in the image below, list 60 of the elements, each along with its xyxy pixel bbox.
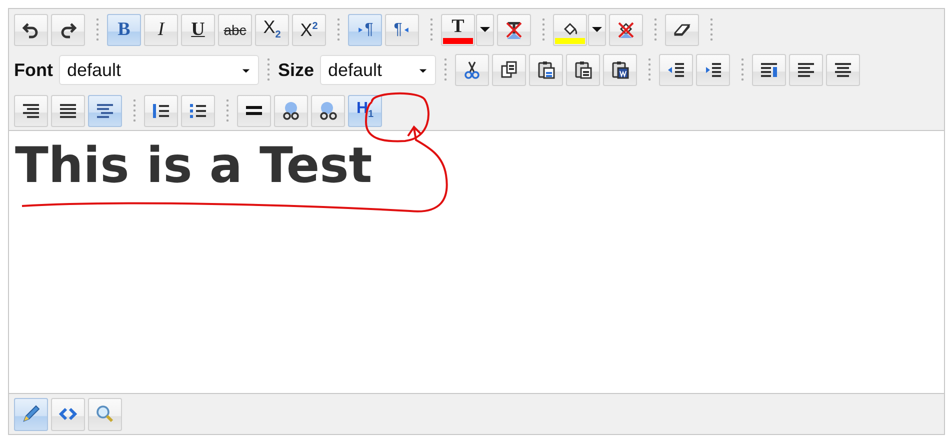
caret-icon [480, 27, 490, 32]
paragraph-lines-icon [759, 60, 780, 80]
toolbar-button[interactable]: T [441, 14, 475, 46]
toolbar-button[interactable]: X$^{2}$ [292, 14, 326, 46]
paste-word-icon [610, 60, 630, 80]
align-center-icon [833, 60, 854, 80]
dropdown-button[interactable] [476, 14, 494, 46]
align-left-icon [796, 60, 816, 80]
toolbar-button[interactable] [529, 54, 564, 86]
paste-icon [536, 60, 556, 80]
toolbar-button[interactable] [181, 94, 215, 126]
paste-text-icon [573, 60, 594, 80]
toolbar-button[interactable] [497, 14, 531, 46]
copy-icon [499, 60, 520, 80]
toolbar-button[interactable] [659, 54, 694, 86]
toolbar-button[interactable]: B [107, 14, 141, 46]
toolbar-button[interactable]: ¶ [348, 14, 382, 46]
toolbar-button[interactable] [492, 54, 526, 86]
toolbar-button[interactable] [603, 54, 638, 86]
toolbar-button[interactable] [14, 94, 48, 126]
dropdown-select[interactable]: default [320, 55, 436, 85]
toolbar-button[interactable] [274, 94, 308, 126]
toolbar-button[interactable]: ¶ [385, 14, 419, 46]
field-label: Font [14, 60, 53, 80]
caret-icon [592, 27, 602, 32]
pencil-icon [21, 404, 41, 424]
toolbar-button[interactable]: abc [218, 14, 252, 46]
indent-icon [703, 60, 724, 80]
heading-text: This is a Test [15, 141, 372, 190]
scissors-icon [462, 60, 482, 80]
toolbar-button[interactable] [553, 14, 587, 46]
outdent-icon [666, 60, 686, 80]
search-icon [95, 404, 115, 424]
remove-color-icon [504, 20, 524, 40]
mode-button[interactable] [14, 398, 48, 430]
toolbar-button[interactable] [144, 94, 178, 126]
mode-button[interactable] [88, 398, 122, 430]
toolbar-button[interactable] [789, 54, 824, 86]
toolbar-button[interactable] [51, 94, 85, 126]
remove-highlight-icon [616, 20, 636, 40]
toolbar-button[interactable]: H$_{1}$ [348, 94, 382, 126]
toolbar-button[interactable] [237, 94, 271, 126]
toolbar-button[interactable] [51, 14, 85, 46]
mode-button[interactable] [51, 398, 85, 430]
field-label: Size [278, 60, 314, 80]
toolbar-button[interactable] [455, 54, 490, 86]
toolbar-button[interactable]: I [144, 14, 178, 46]
toolbar-button[interactable] [311, 94, 345, 126]
toolbar-button[interactable]: U [181, 14, 215, 46]
toolbar-button[interactable] [566, 54, 600, 86]
dropdown-select[interactable]: default [58, 55, 259, 85]
toolbar-button[interactable]: X$_{2}$ [255, 14, 289, 46]
toolbar-button[interactable] [14, 14, 48, 46]
toolbar-button[interactable] [826, 54, 860, 86]
unlink-icon [318, 100, 338, 120]
toolbar-button[interactable] [665, 14, 699, 46]
toolbar-button[interactable] [696, 54, 730, 86]
link-icon [281, 100, 301, 120]
toolbar-button[interactable] [752, 54, 786, 86]
dropdown-button[interactable] [588, 14, 606, 46]
